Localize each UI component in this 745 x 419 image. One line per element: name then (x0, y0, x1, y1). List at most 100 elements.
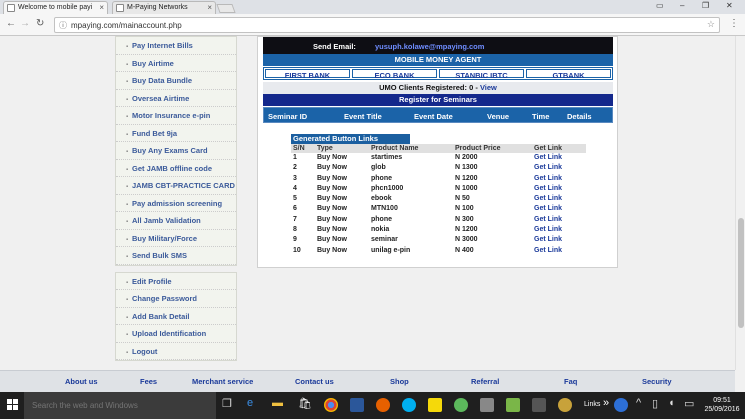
account-item-upload-identification[interactable]: ▪ Upload Identification (116, 325, 236, 343)
sidebar-item-jamb-cbt-practice-card[interactable]: ▪ JAMB CBT-PRACTICE CARD (116, 177, 236, 195)
profile-icon[interactable]: ▭ (656, 1, 664, 10)
page-scrollbar[interactable] (735, 36, 745, 370)
account-item-logout[interactable]: ▪ Logout (116, 343, 236, 360)
footer-referral[interactable]: Referral (471, 377, 499, 386)
keyboard-icon[interactable]: ▭ (684, 397, 694, 410)
account-item-change-password[interactable]: ▪ Change Password (116, 290, 236, 308)
bank-eco-bank[interactable]: ECO BANK (352, 69, 437, 80)
sidebar-item-buy-data-bundle[interactable]: ▪ Buy Data Bundle (116, 72, 236, 90)
footer-security[interactable]: Security (642, 377, 672, 386)
col-product-price: Product Price (455, 144, 534, 153)
send-email-value[interactable]: yusuph.kolawe@mpaying.com (375, 42, 484, 51)
get-link[interactable]: Get Link (534, 215, 586, 225)
sidebar-item-buy-any-exams-card[interactable]: ▪ Buy Any Exams Card (116, 142, 236, 160)
clock[interactable]: 09:51 25/09/2016 (702, 396, 742, 414)
cell-product-name: phcn1000 (371, 184, 404, 192)
up-arrow-icon[interactable]: ^ (636, 397, 641, 409)
browser-menu-icon[interactable]: ⋮ (729, 18, 739, 29)
app-icon[interactable] (480, 398, 494, 412)
bank-first-bank[interactable]: FIRST BANK (265, 69, 350, 80)
cell-product-price: N 100 (455, 205, 474, 213)
new-tab-button[interactable] (216, 4, 236, 13)
page-info-icon[interactable]: ⓘ (59, 20, 67, 31)
seminar-col-venue: Venue (487, 112, 510, 121)
footer-about-us[interactable]: About us (65, 377, 98, 386)
footer-contact-us[interactable]: Contact us (295, 377, 334, 386)
taskbar-search-input[interactable] (32, 399, 202, 412)
footer-merchant-service[interactable]: Merchant service (192, 377, 253, 386)
whatsapp-icon[interactable] (454, 398, 468, 412)
footer-fees[interactable]: Fees (140, 377, 157, 386)
firefox-icon[interactable] (376, 398, 390, 412)
get-link[interactable]: Get Link (534, 225, 586, 235)
store-icon[interactable]: 🛍 (298, 397, 312, 410)
file-explorer-icon[interactable]: ▬ (272, 397, 283, 409)
cell-sn: 4 (293, 184, 297, 192)
account-item-add-bank-detail[interactable]: ▪ Add Bank Detail (116, 308, 236, 325)
table-header-row: S/N Type Product Name Product Price Get … (291, 144, 586, 153)
url-input[interactable] (71, 19, 691, 31)
links-toolbar[interactable]: Links (584, 401, 600, 408)
scrollbar-thumb[interactable] (738, 218, 744, 328)
reload-icon[interactable]: ↻ (36, 18, 44, 29)
skype-icon[interactable] (402, 398, 416, 412)
edge-icon[interactable]: e (247, 397, 253, 409)
task-view-icon[interactable]: ❐ (222, 397, 232, 410)
sidebar-item-fund-bet-9ja[interactable]: ▪ Fund Bet 9ja (116, 125, 236, 142)
cell-sn: 1 (293, 154, 297, 161)
android-icon[interactable] (506, 398, 520, 412)
close-icon[interactable]: × (99, 2, 104, 13)
account-item-edit-profile[interactable]: ▪ Edit Profile (116, 273, 236, 290)
sidebar-item-oversea-airtime[interactable]: ▪ Oversea Airtime (116, 90, 236, 107)
sidebar-item-get-jamb-offline-code[interactable]: ▪ Get JAMB offline code (116, 160, 236, 177)
bookmark-star-icon[interactable]: ☆ (707, 19, 715, 30)
address-bar: ← → ↻ ⓘ ☆ ⋮ (0, 14, 745, 36)
sidebar-item-buy-airtime[interactable]: ▪ Buy Airtime (116, 55, 236, 72)
tab-mpaying-networks[interactable]: M-Paying Networks × (112, 1, 216, 14)
sidebar-item-pay-admission-screening[interactable]: ▪ Pay admission screening (116, 195, 236, 212)
volume-icon[interactable]: ◖ (668, 397, 675, 409)
tab-welcome[interactable]: Welcome to mobile payi × (3, 1, 108, 14)
footer-shop[interactable]: Shop (390, 377, 409, 386)
sidebar-item-buy-military-force[interactable]: ▪ Buy Military/Force (116, 230, 236, 247)
col-product-name: Product Name (371, 144, 455, 153)
sidebar-item-send-bulk-sms[interactable]: ▪ Send Bulk SMS (116, 247, 236, 265)
forward-icon[interactable]: → (20, 18, 30, 29)
sidebar-item-pay-internet-bills[interactable]: ▪ Pay Internet Bills (116, 37, 236, 55)
window-close-icon[interactable]: ✕ (726, 1, 733, 10)
close-icon[interactable]: × (207, 2, 212, 13)
app-icon[interactable] (558, 398, 572, 412)
windows-start-icon[interactable] (7, 399, 19, 411)
get-link[interactable]: Get Link (534, 204, 586, 214)
word-icon[interactable] (350, 398, 364, 412)
maximize-icon[interactable]: ❐ (702, 1, 709, 10)
table-row: 8 Buy Now nokia N 1200 Get Link (291, 225, 586, 235)
chevron-icon[interactable]: » (603, 397, 609, 409)
scrollbar-track-bottom (735, 370, 745, 392)
back-icon[interactable]: ← (6, 18, 16, 29)
get-link[interactable]: Get Link (534, 235, 586, 245)
get-link[interactable]: Get Link (534, 163, 586, 173)
table-row: 7 Buy Now phone N 300 Get Link (291, 215, 586, 225)
minimize-icon[interactable]: – (680, 1, 684, 10)
omnibox[interactable]: ⓘ ☆ (54, 17, 720, 33)
get-link[interactable]: Get Link (534, 184, 586, 194)
get-link[interactable]: Get Link (534, 246, 586, 256)
sidebar-item-all-jamb-validation[interactable]: ▪ All Jamb Validation (116, 212, 236, 230)
get-link[interactable]: Get Link (534, 194, 586, 204)
chrome-icon[interactable] (324, 398, 338, 412)
photos-icon[interactable] (532, 398, 546, 412)
help-icon[interactable] (614, 398, 628, 412)
app-icon[interactable] (428, 398, 442, 412)
get-link[interactable]: Get Link (534, 174, 586, 184)
get-link[interactable]: Get Link (534, 153, 586, 163)
sidebar-item-label: Pay admission screening (132, 198, 223, 208)
umo-view-link[interactable]: View (480, 83, 497, 92)
bank-stanbic-ibtc[interactable]: STANBIC IBTC (439, 69, 524, 80)
bank-gtbank[interactable]: GTBANK (526, 69, 611, 80)
table-row: 6 Buy Now MTN100 N 100 Get Link (291, 204, 586, 214)
network-icon[interactable]: ▯ (652, 397, 658, 410)
sidebar-item-motor-insurance-e-pin[interactable]: ▪ Motor Insurance e-pin (116, 107, 236, 125)
taskbar-search[interactable] (24, 392, 216, 419)
footer-faq[interactable]: Faq (564, 377, 577, 386)
